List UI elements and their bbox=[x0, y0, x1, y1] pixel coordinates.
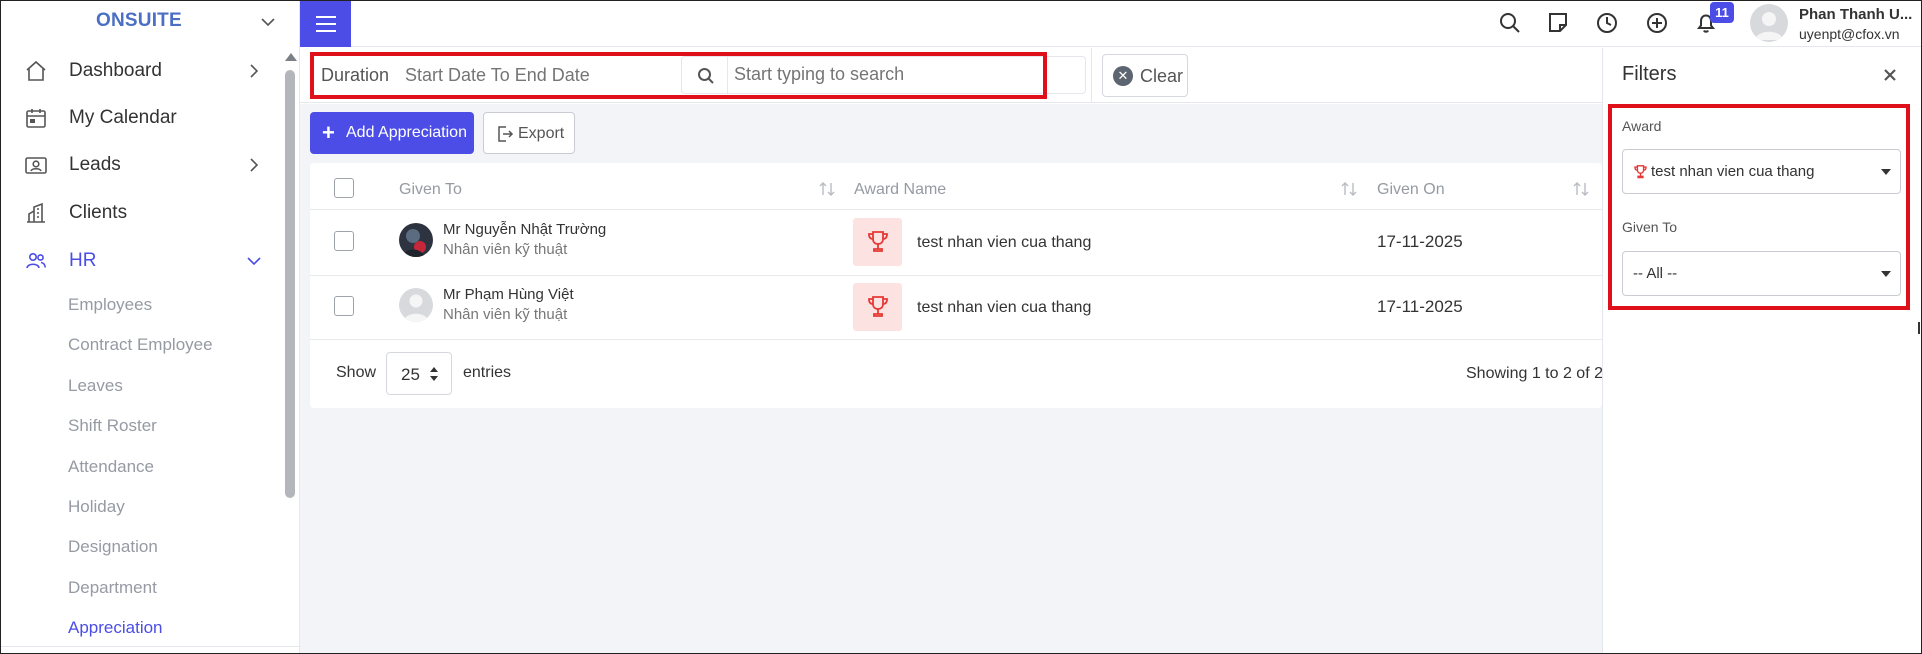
building-icon bbox=[27, 202, 45, 223]
sidebar-subitem-department[interactable]: Department bbox=[68, 578, 157, 598]
id-card-icon bbox=[25, 157, 47, 174]
highlight-box bbox=[310, 52, 1047, 99]
sort-icon[interactable] bbox=[1572, 181, 1590, 197]
mouse-cursor bbox=[1918, 322, 1920, 334]
chevron-down-icon bbox=[247, 257, 261, 266]
chevron-down-icon[interactable] bbox=[258, 14, 278, 30]
column-header-given-to[interactable]: Given To bbox=[399, 181, 462, 199]
divider bbox=[1091, 48, 1092, 103]
avatar[interactable] bbox=[1750, 4, 1788, 42]
sticky-note-icon[interactable] bbox=[1545, 10, 1571, 36]
brand-logo-text: ONSUITE bbox=[96, 10, 182, 31]
sidebar-subitem-employees[interactable]: Employees bbox=[68, 295, 152, 315]
add-appreciation-label: Add Appreciation bbox=[346, 124, 467, 141]
employee-role: Nhân viên kỹ thuật bbox=[443, 241, 568, 258]
sidebar-item-hr[interactable]: HR bbox=[0, 238, 285, 284]
close-circle-icon: ✕ bbox=[1113, 66, 1133, 86]
users-icon bbox=[26, 253, 46, 269]
avatar bbox=[399, 223, 433, 257]
chevron-right-icon bbox=[250, 158, 259, 172]
sidebar-subitem-contract-employee[interactable]: Contract Employee bbox=[68, 335, 213, 355]
sidebar-item-clients[interactable]: Clients bbox=[0, 190, 285, 236]
user-name[interactable]: Phan Thanh U... bbox=[1799, 6, 1912, 23]
brand-header[interactable]: ONSUITE bbox=[0, 0, 300, 45]
pagination-info: Showing 1 to 2 of 2 bbox=[1466, 365, 1603, 382]
divider bbox=[310, 209, 1602, 210]
sidebar-item-dashboard[interactable]: Dashboard bbox=[0, 48, 285, 94]
entries-per-page-select[interactable]: 25 bbox=[386, 352, 452, 395]
avatar bbox=[399, 288, 433, 322]
calendar-icon bbox=[26, 109, 46, 128]
sidebar-item-label: Dashboard bbox=[69, 60, 162, 81]
sidebar-item-label: HR bbox=[69, 250, 97, 271]
sidebar-subitem-leaves[interactable]: Leaves bbox=[68, 376, 123, 396]
filters-title: Filters bbox=[1622, 63, 1677, 85]
row-checkbox[interactable] bbox=[334, 231, 354, 251]
sidebar-item-label: My Calendar bbox=[69, 107, 177, 128]
clear-button-label: Clear bbox=[1140, 66, 1184, 86]
export-icon bbox=[498, 126, 514, 142]
employee-name[interactable]: Mr Phạm Hùng Việt bbox=[443, 286, 574, 303]
entries-value: 25 bbox=[401, 365, 420, 384]
employee-name[interactable]: Mr Nguyễn Nhật Trường bbox=[443, 221, 606, 238]
given-on-date: 17-11-2025 bbox=[1377, 297, 1463, 316]
export-button-label: Export bbox=[518, 125, 565, 142]
sidebar-subitem-appreciation[interactable]: Appreciation bbox=[68, 618, 163, 638]
notification-badge: 11 bbox=[1710, 2, 1734, 23]
export-button[interactable]: Export bbox=[483, 112, 575, 154]
sidebar-item-label: Clients bbox=[69, 202, 128, 223]
entries-label: entries bbox=[463, 364, 512, 381]
user-email: uyenpt@cfox.vn bbox=[1799, 26, 1900, 42]
divider bbox=[310, 339, 1602, 340]
award-name: test nhan vien cua thang bbox=[917, 234, 1092, 251]
show-label: Show bbox=[336, 364, 377, 381]
hamburger-icon bbox=[315, 15, 336, 32]
sidebar-item-label: Leads bbox=[69, 154, 121, 175]
sidebar-item-leads[interactable]: Leads bbox=[0, 142, 285, 188]
clock-icon[interactable] bbox=[1594, 10, 1620, 36]
top-bar bbox=[300, 0, 1922, 47]
user-placeholder-icon bbox=[399, 288, 433, 322]
scroll-up-arrow[interactable] bbox=[285, 53, 297, 61]
sidebar-subitem-designation[interactable]: Designation bbox=[68, 537, 158, 557]
sidebar-subitem-shift-roster[interactable]: Shift Roster bbox=[68, 416, 157, 436]
sort-arrows-icon bbox=[430, 367, 438, 381]
sidebar-subitem-attendance[interactable]: Attendance bbox=[68, 457, 154, 477]
sort-icon[interactable] bbox=[1340, 181, 1358, 197]
sidebar-item-my-calendar[interactable]: My Calendar bbox=[0, 95, 285, 141]
award-icon-box bbox=[853, 283, 902, 331]
sidebar-scrollbar-thumb[interactable] bbox=[285, 70, 295, 498]
menu-toggle-button[interactable] bbox=[300, 0, 351, 47]
search-icon[interactable] bbox=[1497, 10, 1523, 36]
user-placeholder-icon bbox=[1755, 12, 1783, 40]
award-name: test nhan vien cua thang bbox=[917, 299, 1092, 316]
sidebar: ONSUITE Dashboard My Calendar Leads Clie… bbox=[0, 0, 300, 654]
clear-button[interactable]: ✕ Clear bbox=[1102, 54, 1188, 97]
divider bbox=[0, 646, 300, 647]
sort-icon[interactable] bbox=[818, 181, 836, 197]
plus-icon: + bbox=[322, 120, 335, 145]
given-on-date: 17-11-2025 bbox=[1377, 232, 1463, 251]
employee-role: Nhân viên kỹ thuật bbox=[443, 306, 568, 323]
add-appreciation-button[interactable]: + Add Appreciation bbox=[310, 112, 474, 154]
sidebar-subitem-holiday[interactable]: Holiday bbox=[68, 497, 125, 517]
user-photo-icon bbox=[399, 223, 433, 257]
close-icon[interactable] bbox=[1882, 67, 1898, 83]
plus-circle-icon[interactable] bbox=[1644, 10, 1670, 36]
column-header-award-name[interactable]: Award Name bbox=[854, 181, 946, 199]
highlight-box bbox=[1608, 104, 1910, 310]
column-header-given-on[interactable]: Given On bbox=[1377, 181, 1445, 199]
divider bbox=[310, 275, 1602, 276]
home-icon bbox=[26, 60, 46, 81]
select-all-checkbox[interactable] bbox=[334, 178, 354, 198]
trophy-icon bbox=[867, 231, 888, 252]
row-checkbox[interactable] bbox=[334, 296, 354, 316]
chevron-right-icon bbox=[250, 64, 259, 78]
award-icon-box bbox=[853, 218, 902, 266]
trophy-icon bbox=[867, 296, 888, 317]
